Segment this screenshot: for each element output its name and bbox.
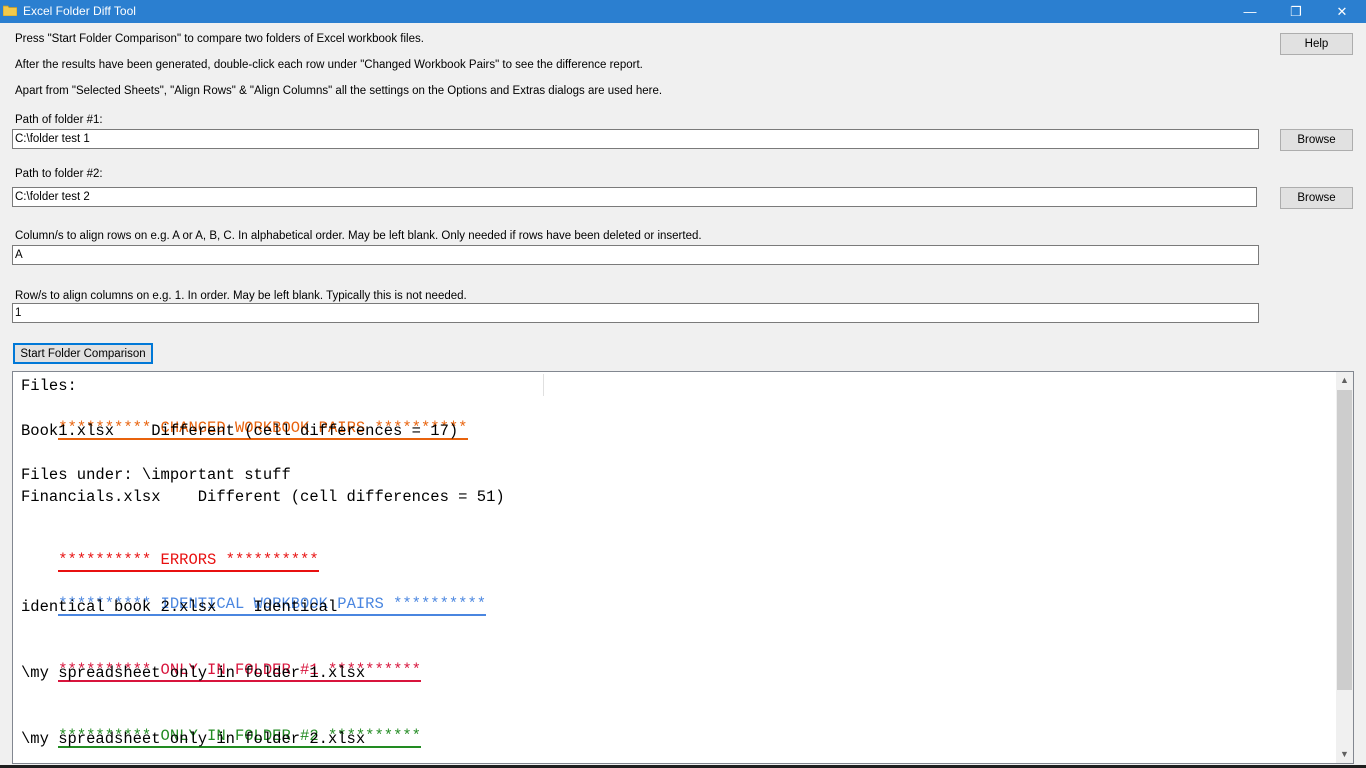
close-button[interactable]: ✕ (1319, 0, 1365, 23)
window-title: Excel Folder Diff Tool (23, 4, 136, 18)
folder1-browse-button[interactable]: Browse (1280, 129, 1353, 151)
folder1-path-input[interactable]: C:\folder test 1 (12, 129, 1259, 149)
subfolder-label: Files under: \important stuff (21, 466, 291, 484)
title-bar: Excel Folder Diff Tool — ❐ ✕ (0, 0, 1366, 23)
results-output[interactable]: Files: ********** CHANGED WORKBOOK PAIRS… (12, 371, 1354, 764)
identical-row: identical book 2.xlsx Identical (21, 598, 338, 616)
scrollbar-thumb[interactable] (1337, 390, 1352, 690)
vertical-scrollbar[interactable]: ▲ ▼ (1336, 372, 1353, 763)
folder2-path-input[interactable]: C:\folder test 2 (12, 187, 1257, 207)
folder-icon (3, 5, 17, 16)
align-rows-input[interactable]: A (12, 245, 1259, 265)
only-folder1-row: \my spreadsheet only in folder 1.xlsx (21, 664, 366, 682)
folder1-label: Path of folder #1: (15, 114, 103, 126)
changed-row[interactable]: Financials.xlsx Different (cell differen… (21, 487, 505, 507)
folder2-browse-button[interactable]: Browse (1280, 187, 1353, 209)
scroll-up-arrow-icon[interactable]: ▲ (1336, 372, 1353, 389)
align-columns-input[interactable]: 1 (12, 303, 1259, 323)
instruction-line-1: Press "Start Folder Comparison" to compa… (15, 33, 424, 45)
folder2-label: Path to folder #2: (15, 168, 103, 180)
instruction-line-3: Apart from "Selected Sheets", "Align Row… (15, 85, 663, 97)
only-folder2-row: \my spreadsheet only in folder 2.xlsx (21, 730, 366, 748)
errors-header-text: ********** ERRORS ********** (58, 551, 319, 572)
align-columns-label: Row/s to align columns on e.g. 1. In ord… (15, 290, 467, 302)
start-folder-comparison-button[interactable]: Start Folder Comparison (13, 343, 153, 364)
text-caret (543, 374, 544, 396)
restore-button[interactable]: ❐ (1273, 0, 1319, 23)
help-button[interactable]: Help (1280, 33, 1353, 55)
files-label: Files: (21, 377, 77, 395)
scroll-down-arrow-icon[interactable]: ▼ (1336, 746, 1353, 763)
instruction-line-2: After the results have been generated, d… (15, 59, 643, 71)
minimize-button[interactable]: — (1227, 0, 1273, 23)
align-rows-label: Column/s to align rows on e.g. A or A, B… (15, 230, 702, 242)
changed-row[interactable]: Book1.xlsx Different (cell differences =… (21, 421, 458, 441)
